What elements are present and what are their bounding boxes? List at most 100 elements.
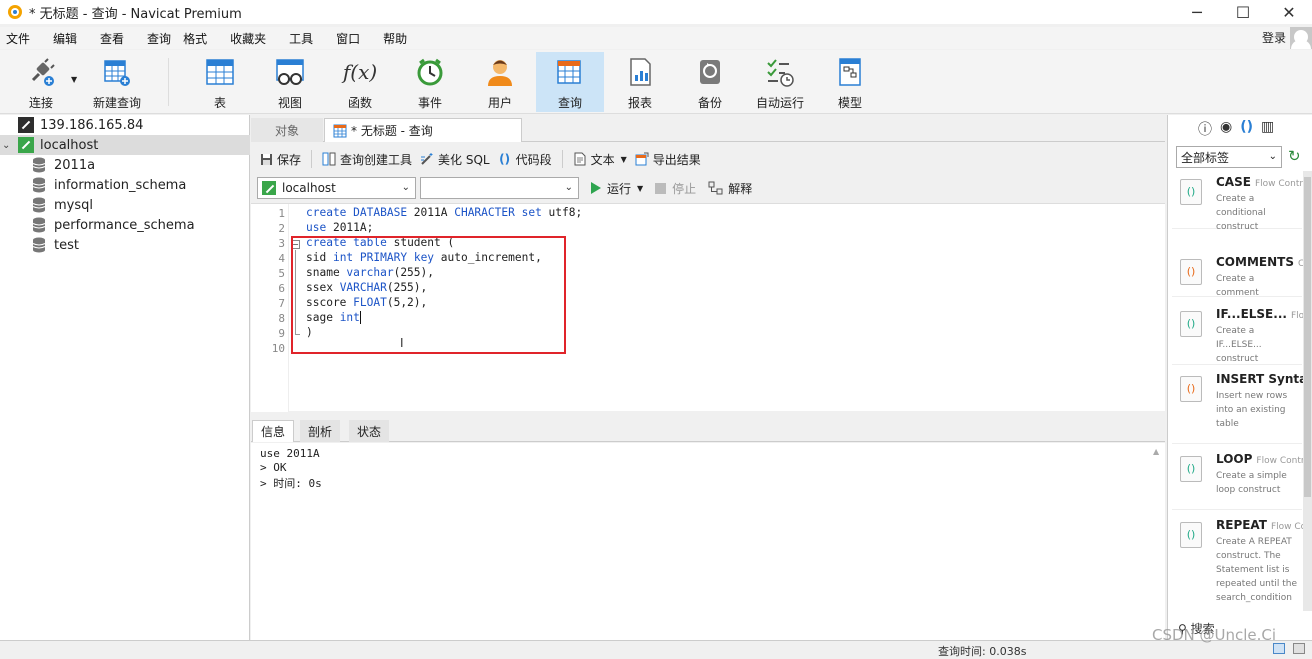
snippet-icon: () [1180, 376, 1202, 402]
database-select[interactable]: ⌄ [420, 177, 579, 199]
connection-select[interactable]: localhost ⌄ [257, 177, 416, 199]
grid-view-icon[interactable] [1273, 643, 1285, 654]
tree-db-performance-schema[interactable]: performance_schema [0, 215, 250, 235]
explain-button[interactable]: 解释 [708, 180, 752, 197]
function-icon: f(x) [342, 60, 378, 84]
tree-db-information-schema[interactable]: information_schema [0, 175, 250, 195]
snippet-icon: () [1180, 259, 1202, 285]
tree-db-test[interactable]: test [0, 235, 250, 255]
code-line: create DATABASE 2011A CHARACTER set utf8… [306, 206, 582, 219]
run-bar: localhost ⌄ ⌄ 运行 ▼ 停止 解释 [251, 176, 1165, 200]
save-button[interactable]: 保存 [255, 148, 305, 170]
output-scrollbar[interactable]: ▲ [1149, 443, 1165, 640]
query-builder-icon [322, 152, 336, 166]
minimize-button[interactable]: ─ [1174, 0, 1220, 24]
snippet-icon: () [1180, 456, 1202, 482]
menu-file[interactable]: 文件 [0, 30, 36, 47]
tree-connection-localhost[interactable]: ⌄ localhost [0, 135, 250, 155]
user-button[interactable]: 用户 [466, 52, 534, 112]
tab-info[interactable]: 信息 [252, 420, 295, 442]
snippet-scrollbar[interactable] [1303, 171, 1312, 611]
menu-query[interactable]: 查询 [141, 30, 177, 47]
grid-icon[interactable]: ▥ [1261, 119, 1274, 139]
menu-bar: 文件 编辑 查看 查询 格式 收藏夹 工具 窗口 帮助 登录 [0, 27, 1312, 49]
report-button[interactable]: 报表 [606, 52, 674, 112]
tab-query[interactable]: * 无标题 - 查询 [324, 118, 522, 142]
menu-window[interactable]: 窗口 [330, 30, 366, 47]
tree-db-mysql[interactable]: mysql [0, 195, 250, 215]
menu-tools[interactable]: 工具 [283, 30, 319, 47]
new-query-button[interactable]: 新建查询 [88, 52, 146, 112]
code-line: use 2011A; [306, 221, 373, 234]
backup-button[interactable]: 备份 [676, 52, 744, 112]
database-icon [32, 217, 46, 233]
query-builder-button[interactable]: 查询创建工具 [318, 148, 416, 170]
connect-dropdown-icon[interactable]: ▼ [71, 75, 77, 84]
caret-down-icon[interactable]: ▼ [637, 184, 643, 193]
brackets-icon: () [499, 152, 511, 166]
tag-filter-select[interactable]: 全部标签 ⌄ [1176, 146, 1282, 168]
tab-objects[interactable]: 对象 [251, 118, 323, 142]
snippet-button[interactable]: () 代码段 [494, 148, 556, 170]
snippet-panel: ⓘ ◉ () ▥ 全部标签 ⌄ ↻ () CASE Flow Contro Cre… [1167, 115, 1312, 640]
chevron-down-icon[interactable]: ⌄ [2, 140, 14, 151]
close-button[interactable]: ✕ [1266, 0, 1312, 24]
export-result-button[interactable]: 导出结果 [631, 148, 705, 170]
refresh-icon[interactable]: ↻ [1288, 147, 1301, 165]
plug-icon [25, 56, 57, 88]
database-icon [32, 237, 46, 253]
brackets-icon[interactable]: () [1240, 119, 1253, 139]
snippet-insert-syntax[interactable]: () INSERT Syntax Insert new rows into an… [1172, 372, 1312, 444]
tab-status[interactable]: 状态 [349, 420, 390, 442]
run-button[interactable]: 运行 ▼ [591, 180, 643, 197]
event-button[interactable]: 事件 [396, 52, 464, 112]
connect-button[interactable]: 连接 [16, 52, 66, 112]
stop-icon [655, 182, 667, 194]
snippet-case[interactable]: () CASE Flow Contro Create a conditional … [1172, 175, 1308, 232]
form-view-icon[interactable] [1293, 643, 1305, 654]
model-button[interactable]: 模型 [816, 52, 884, 112]
tab-profile[interactable]: 剖析 [300, 420, 341, 442]
beautify-sql-button[interactable]: 美化 SQL [416, 148, 494, 170]
code-text: create DATABASE 2011A CHARACTER set utf8… [306, 206, 583, 219]
maximize-button[interactable]: ☐ [1220, 0, 1266, 24]
main-toolbar: 连接 ▼ 新建查询 表 视图 f(x) 函数 事件 用户 查询 报表 备份 自动… [0, 50, 1312, 114]
output-line: > 时间: 0s [260, 477, 322, 490]
explain-icon [708, 181, 724, 195]
automation-button[interactable]: 自动运行 [746, 52, 814, 112]
database-icon [32, 157, 46, 173]
caret-down-icon: ▼ [620, 154, 627, 164]
toolbar-divider [168, 58, 169, 106]
snippet-if-else[interactable]: () IF...ELSE...Flow C Create a IF...ELSE… [1172, 307, 1312, 365]
snippet-icon: () [1180, 311, 1202, 337]
snippet-icon: () [1180, 179, 1202, 205]
chevron-down-icon: ⌄ [401, 182, 410, 193]
save-icon [259, 152, 273, 166]
view-button[interactable]: 视图 [256, 52, 324, 112]
menu-edit[interactable]: 编辑 [47, 30, 83, 47]
menu-view[interactable]: 查看 [94, 30, 130, 47]
menu-help[interactable]: 帮助 [377, 30, 413, 47]
menu-favorites[interactable]: 收藏夹 [224, 30, 272, 47]
sql-keyword: DATABASE [353, 206, 408, 219]
text-mode-button[interactable]: 文本 ▼ [569, 148, 631, 170]
snippet-icon: () [1180, 522, 1202, 548]
menu-format[interactable]: 格式 [177, 30, 213, 47]
query-button[interactable]: 查询 [536, 52, 604, 112]
info-icon[interactable]: ⓘ [1198, 119, 1212, 139]
scroll-up-icon[interactable]: ▲ [1153, 447, 1159, 456]
tree-connection-139[interactable]: 139.186.165.84 [0, 115, 250, 135]
snippet-loop[interactable]: () LOOP Flow Contr Create a simple loop c… [1172, 452, 1305, 510]
eye-icon[interactable]: ◉ [1220, 119, 1232, 139]
stop-button[interactable]: 停止 [655, 180, 696, 197]
tree-db-2011a[interactable]: 2011a [0, 155, 250, 175]
snippet-comments[interactable]: () COMMENTS C Create a comment [1172, 255, 1304, 298]
avatar[interactable] [1290, 27, 1312, 49]
login-link[interactable]: 登录 [1262, 29, 1286, 46]
table-button[interactable]: 表 [186, 52, 254, 112]
snippet-repeat[interactable]: () REPEAT Flow Co Create A REPEAT constru… [1172, 518, 1306, 612]
play-icon [591, 182, 601, 194]
code-text: use 2011A; [306, 221, 374, 234]
connection-icon [18, 137, 34, 153]
function-button[interactable]: f(x) 函数 [326, 52, 394, 112]
